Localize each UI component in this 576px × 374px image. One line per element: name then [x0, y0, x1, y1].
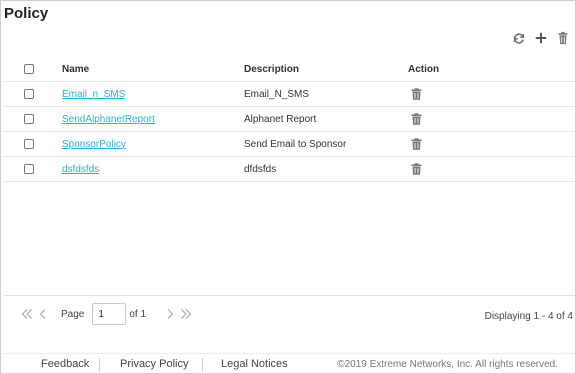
double-chevron-right-icon	[181, 309, 192, 319]
feedback-link[interactable]: Feedback	[41, 358, 89, 370]
policy-table: Name Description Action Email_n_SMS Emai…	[4, 57, 575, 182]
toolbar	[511, 30, 571, 46]
delete-button[interactable]	[555, 30, 571, 46]
row-delete-button[interactable]	[411, 113, 422, 125]
plus-icon	[535, 32, 547, 44]
next-page-button[interactable]	[162, 306, 178, 322]
table-row: dsfdsfds dfdsfds	[4, 157, 575, 182]
policy-panel: Policy Name Description Action Email_n_S…	[0, 0, 576, 374]
table-row: SponsorPolicy Send Email to Sponsor	[4, 132, 575, 157]
row-delete-button[interactable]	[411, 163, 422, 175]
trash-icon	[411, 113, 422, 125]
legal-notices-link[interactable]: Legal Notices	[221, 358, 288, 370]
column-header-name[interactable]: Name	[62, 57, 237, 81]
chevron-right-icon	[167, 309, 174, 319]
prev-page-button[interactable]	[35, 306, 51, 322]
row-checkbox[interactable]	[24, 114, 34, 124]
page-number-input[interactable]	[92, 303, 127, 325]
privacy-policy-link[interactable]: Privacy Policy	[120, 358, 188, 370]
copyright-text: ©2019 Extreme Networks, Inc. All rights …	[337, 359, 558, 370]
select-all-checkbox[interactable]	[24, 64, 34, 74]
page-label: Page	[61, 308, 85, 320]
policy-name-link[interactable]: dsfdsfds	[62, 164, 99, 175]
pagination: Page of 1	[19, 303, 194, 325]
footer-divider	[4, 353, 575, 354]
policy-description: Email_N_SMS	[244, 88, 310, 100]
table-header: Name Description Action	[4, 57, 575, 82]
policy-name-link[interactable]: SendAlphanetReport	[62, 114, 155, 125]
footer-separator	[202, 358, 203, 372]
row-delete-button[interactable]	[411, 88, 422, 100]
column-header-description[interactable]: Description	[244, 57, 399, 81]
pager-divider	[4, 295, 575, 296]
record-count: Displaying 1 - 4 of 4	[484, 311, 573, 322]
refresh-button[interactable]	[511, 30, 527, 46]
row-checkbox[interactable]	[24, 89, 34, 99]
footer-separator	[99, 358, 100, 372]
policy-name-link[interactable]: Email_n_SMS	[62, 89, 125, 100]
policy-description: dfdsfds	[244, 163, 277, 175]
policy-description: Alphanet Report	[244, 113, 317, 125]
first-page-button[interactable]	[19, 306, 35, 322]
column-header-action: Action	[408, 63, 440, 75]
page-count-label: of 1	[129, 308, 147, 320]
row-checkbox[interactable]	[24, 139, 34, 149]
trash-icon	[411, 88, 422, 100]
double-chevron-left-icon	[21, 309, 32, 319]
row-checkbox[interactable]	[24, 164, 34, 174]
policy-description: Send Email to Sponsor	[244, 138, 347, 150]
trash-icon	[558, 31, 568, 45]
chevron-left-icon	[39, 309, 46, 319]
trash-icon	[411, 163, 422, 175]
add-button[interactable]	[533, 30, 549, 46]
page-title: Policy	[4, 5, 49, 22]
table-row: SendAlphanetReport Alphanet Report	[4, 107, 575, 132]
policy-name-link[interactable]: SponsorPolicy	[62, 139, 126, 150]
trash-icon	[411, 138, 422, 150]
refresh-icon	[513, 33, 525, 44]
last-page-button[interactable]	[178, 306, 194, 322]
row-delete-button[interactable]	[411, 138, 422, 150]
table-row: Email_n_SMS Email_N_SMS	[4, 82, 575, 107]
